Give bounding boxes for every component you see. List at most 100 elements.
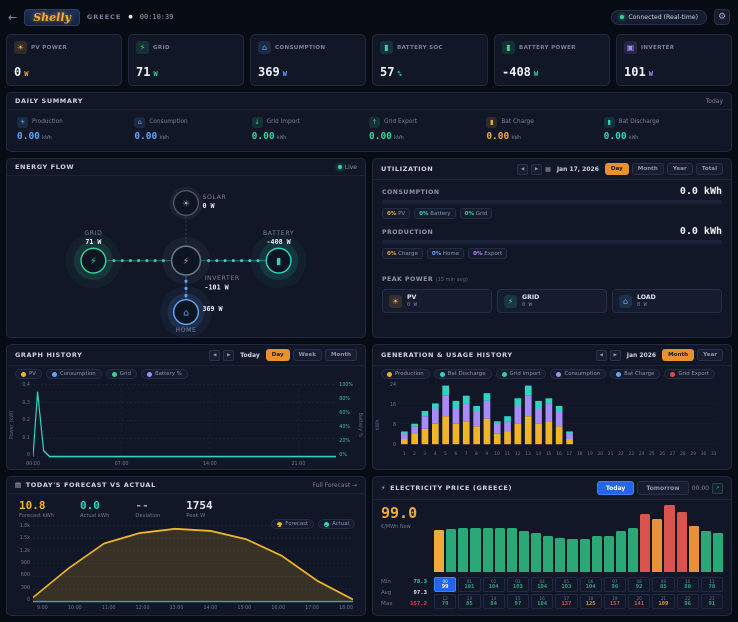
legend-consumption[interactable]: Consumption [46, 369, 102, 379]
price-cell-14[interactable]: 1484 [483, 594, 505, 609]
kpi-inverter[interactable]: ▣INVERTER101W [616, 34, 732, 86]
range-button-week[interactable]: Week [293, 349, 322, 361]
connection-status[interactable]: Connected (Real-time) [611, 10, 707, 25]
price-bar-21[interactable] [689, 526, 699, 572]
legend-grid-import[interactable]: Grid Import [496, 369, 547, 379]
stat-label: Actual kWh [80, 513, 109, 519]
price-cell-07[interactable]: 0796 [604, 577, 626, 592]
price-cell-09[interactable]: 0985 [652, 577, 674, 592]
price-cell-11[interactable]: 1178 [701, 577, 723, 592]
prev-button[interactable]: ◀ [209, 350, 220, 361]
expand-icon[interactable]: ↗ [712, 483, 723, 494]
peak-chip-load[interactable]: ⌂LOAD0 W [612, 289, 722, 313]
price-cell-23[interactable]: 2391 [701, 594, 723, 609]
range-button-year[interactable]: Year [667, 163, 693, 175]
price-cell-19[interactable]: 19157 [604, 594, 626, 609]
price-bar-20[interactable] [677, 512, 687, 572]
legend-grid[interactable]: Grid [106, 369, 137, 379]
legend-bat-charge[interactable]: Bat Charge [610, 369, 660, 379]
price-bar-19[interactable] [664, 505, 674, 572]
kpi-battery-soc[interactable]: ▮BATTERY SOC57% [372, 34, 488, 86]
y-axis-ticks-left: 0.40.30.20.10 [19, 383, 33, 458]
price-cell-16[interactable]: 16104 [531, 594, 553, 609]
prev-button[interactable]: ◀ [596, 350, 607, 361]
peak-chip-grid[interactable]: ⚡GRID0 W [497, 289, 607, 313]
price-bar-16[interactable] [628, 528, 638, 572]
price-cell-21[interactable]: 21109 [652, 594, 674, 609]
range-button-month[interactable]: Month [632, 163, 664, 175]
price-bar-13[interactable] [592, 536, 602, 572]
next-button[interactable]: ▶ [610, 350, 621, 361]
legend-pv[interactable]: PV [15, 369, 42, 379]
price-cell-12[interactable]: 1279 [434, 594, 456, 609]
price-bar-04[interactable] [483, 528, 493, 572]
kpi-grid[interactable]: ⚡GRID71W [128, 34, 244, 86]
price-bar-08[interactable] [531, 533, 541, 572]
kpi-pv-power[interactable]: ☀PV POWER0W [6, 34, 122, 86]
price-cell-01[interactable]: 01101 [458, 577, 480, 592]
legend-grid-export[interactable]: Grid Export [664, 369, 715, 379]
price-bar-06[interactable] [507, 528, 517, 572]
next-button[interactable]: ▶ [531, 164, 542, 175]
price-cell-04[interactable]: 04104 [531, 577, 553, 592]
legend-battery[interactable]: Battery % [141, 369, 188, 379]
price-bar-22[interactable] [701, 531, 711, 572]
period-label[interactable]: Jan 2026 [627, 352, 656, 359]
period-label[interactable]: Jan 17, 2026 [557, 166, 599, 173]
price-cell-20[interactable]: 20141 [628, 594, 650, 609]
legend-bat-discharge[interactable]: Bat Discharge [434, 369, 492, 379]
dashboard: ← Shelly GREECE ● 00:10:39 Connected (Re… [0, 0, 738, 622]
price-cell-18[interactable]: 18125 [580, 594, 602, 609]
price-cell-10[interactable]: 1080 [677, 577, 699, 592]
period-label[interactable]: Today [240, 352, 260, 359]
price-bar-09[interactable] [543, 536, 553, 572]
price-cell-00[interactable]: 0099 [434, 577, 456, 592]
price-bar-17[interactable] [640, 514, 650, 572]
kpi-value: 369W [258, 65, 358, 79]
full-forecast-link[interactable]: Full Forecast → [313, 482, 358, 489]
price-cell-17[interactable]: 17137 [555, 594, 577, 609]
kpi-consumption[interactable]: ⌂CONSUMPTION369W [250, 34, 366, 86]
price-bar-23[interactable] [713, 533, 723, 572]
range-button-day[interactable]: Day [266, 349, 290, 361]
price-bar-00[interactable] [434, 530, 444, 572]
range-button-total[interactable]: Total [696, 163, 723, 175]
legend-production[interactable]: Production [381, 369, 430, 379]
range-button-month[interactable]: Month [325, 349, 357, 361]
price-cell-05[interactable]: 05103 [555, 577, 577, 592]
range-button-day[interactable]: Day [605, 163, 629, 175]
price-bar-11[interactable] [567, 539, 577, 572]
price-bar-12[interactable] [580, 539, 590, 572]
price-cell-03[interactable]: 03103 [507, 577, 529, 592]
price-cell-13[interactable]: 1385 [458, 594, 480, 609]
summary-item-grid-export: ↑Grid Export0.00kWh [369, 117, 486, 142]
price-bar-15[interactable] [616, 531, 626, 572]
price-bar-05[interactable] [495, 528, 505, 572]
range-button-year[interactable]: Year [697, 349, 723, 361]
tab-today[interactable]: Today [597, 481, 635, 495]
price-bar-10[interactable] [555, 538, 565, 572]
price-bar-07[interactable] [519, 531, 529, 572]
price-cell-15[interactable]: 1597 [507, 594, 529, 609]
legend-consumption[interactable]: Consumption [550, 369, 606, 379]
price-bar-03[interactable] [470, 528, 480, 572]
price-cell-08[interactable]: 0892 [628, 577, 650, 592]
price-cell-02[interactable]: 02104 [483, 577, 505, 592]
summary-label: Grid Import [267, 119, 300, 125]
price-cell-22[interactable]: 2296 [677, 594, 699, 609]
sun-icon: ☀ [389, 295, 402, 308]
next-button[interactable]: ▶ [223, 350, 234, 361]
prev-button[interactable]: ◀ [517, 164, 528, 175]
back-button[interactable]: ← [8, 11, 17, 24]
price-bar-18[interactable] [652, 519, 662, 572]
settings-button[interactable]: ⚙ [714, 9, 730, 25]
price-bar-01[interactable] [446, 529, 456, 572]
range-button-month[interactable]: Month [662, 349, 694, 361]
peak-chip-pv[interactable]: ☀PV0 W [382, 289, 492, 313]
price-bar-02[interactable] [458, 528, 468, 572]
kpi-battery-power[interactable]: ▮BATTERY POWER-408W [494, 34, 610, 86]
stat-actual-kwh: 0.0Actual kWh [80, 499, 109, 519]
price-cell-06[interactable]: 06104 [580, 577, 602, 592]
price-bar-14[interactable] [604, 536, 614, 572]
tab-tomorrow[interactable]: Tomorrow [637, 481, 688, 495]
